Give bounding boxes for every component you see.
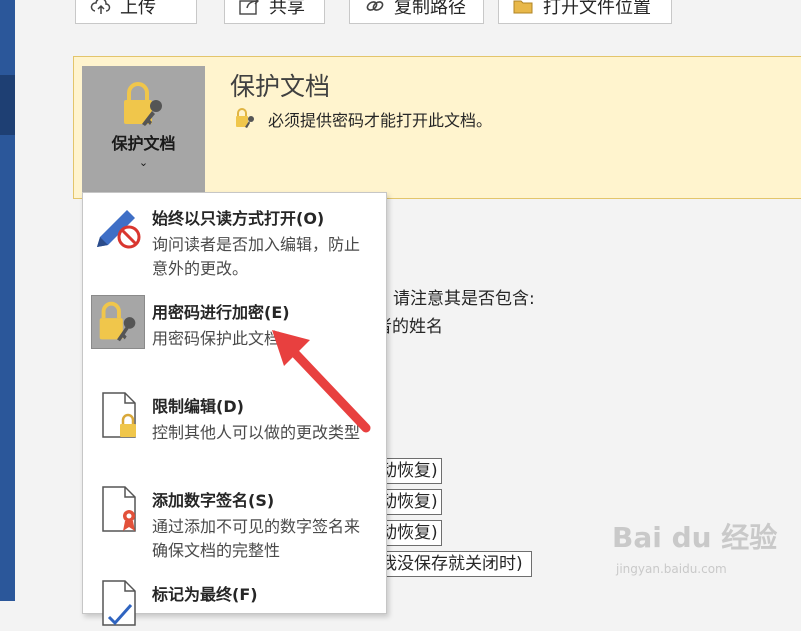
folder-icon xyxy=(513,0,533,14)
share-icon xyxy=(239,0,259,15)
menu-item-title: 添加数字签名(S) xyxy=(152,491,275,510)
small-lock-key-icon xyxy=(236,108,254,128)
upload-cloud-icon xyxy=(90,0,111,14)
document-lock-icon xyxy=(102,392,136,438)
document-ribbon-icon xyxy=(102,486,136,532)
backstage-nav-selected[interactable] xyxy=(0,75,15,135)
menu-item-title: 始终以只读方式打开(O) xyxy=(152,209,325,228)
menu-item-title: 标记为最终(F) xyxy=(152,585,258,604)
baidu-watermark: Bai du 经验 jingyan.baidu.com xyxy=(612,516,778,576)
share-label: 共享 xyxy=(269,0,305,18)
chevron-down-icon: ⌄ xyxy=(138,156,149,169)
menu-item-title: 用密码进行加密(E) xyxy=(152,303,290,322)
menu-item-restrict-editing[interactable]: 限制编辑(D) 控制其他人可以做的更改类型 xyxy=(83,383,386,475)
lock-key-icon xyxy=(91,295,145,349)
protect-document-button-label: 保护文档 xyxy=(111,134,176,153)
upload-button[interactable]: 上传 xyxy=(75,0,197,24)
share-button[interactable]: 共享 xyxy=(224,0,325,24)
protect-document-title: 保护文档 xyxy=(230,72,331,101)
version-item[interactable]: 我没保存就关闭时) xyxy=(375,551,532,577)
watermark-url: jingyan.baidu.com xyxy=(616,562,727,576)
open-file-location-label: 打开文件位置 xyxy=(543,0,651,18)
menu-item-description: 通过添加不可见的数字签名来确保文档的完整性 xyxy=(152,517,361,560)
link-icon xyxy=(366,1,384,11)
backstage-nav-bar xyxy=(0,0,15,601)
protect-document-dropdown: 始终以只读方式打开(O) 询问读者是否加入编辑，防止意外的更改。 用密码进行加密… xyxy=(82,192,387,626)
document-check-icon xyxy=(102,580,136,626)
menu-item-description: 用密码保护此文档 xyxy=(152,329,281,348)
menu-item-encrypt-with-password[interactable]: 用密码进行加密(E) 用密码保护此文档 xyxy=(83,289,386,381)
protect-document-button[interactable]: 保护文档 ⌄ xyxy=(82,66,205,192)
protect-document-description: 必须提供密码才能打开此文档。 xyxy=(268,111,493,130)
baidu-logo: Bai du 经验 xyxy=(612,521,778,554)
menu-item-add-digital-signature[interactable]: 添加数字签名(S) 通过添加不可见的数字签名来确保文档的完整性 xyxy=(83,477,386,569)
protect-document-infobar: 保护文档 ⌄ 保护文档 必须提供密码才能打开此文档。 xyxy=(73,56,801,199)
menu-item-always-open-readonly[interactable]: 始终以只读方式打开(O) 询问读者是否加入编辑，防止意外的更改。 xyxy=(83,195,386,287)
menu-item-mark-as-final[interactable]: 标记为最终(F) xyxy=(83,571,386,626)
pencil-no-icon xyxy=(97,210,141,249)
copy-path-button[interactable]: 复制路径 xyxy=(349,0,484,24)
menu-item-description: 控制其他人可以做的更改类型 xyxy=(152,423,361,442)
menu-item-description: 询问读者是否加入编辑，防止意外的更改。 xyxy=(152,235,361,278)
upload-label: 上传 xyxy=(120,0,156,18)
inspect-notice: 请注意其是否包含: xyxy=(393,289,535,309)
copy-path-label: 复制路径 xyxy=(394,0,466,18)
open-file-location-button[interactable]: 打开文件位置 xyxy=(498,0,672,24)
menu-item-title: 限制编辑(D) xyxy=(152,397,244,416)
lock-key-icon xyxy=(124,82,162,126)
